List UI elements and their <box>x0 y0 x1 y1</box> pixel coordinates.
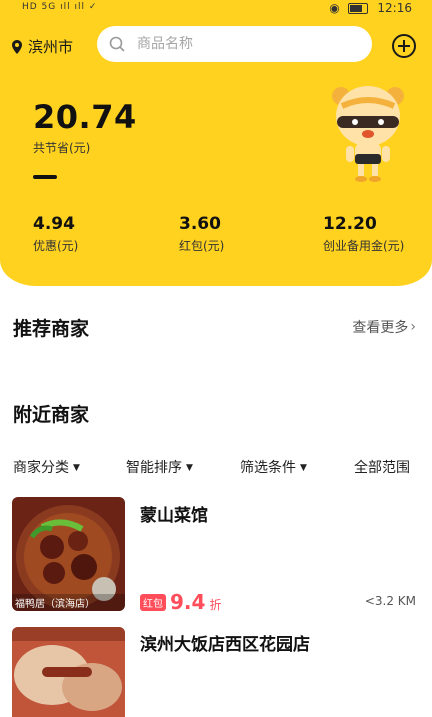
total-savings-value: 20.74 <box>33 98 137 136</box>
caret-down-icon: ▼ <box>186 463 193 473</box>
stat-value: 12.20 <box>323 214 377 234</box>
search-input[interactable] <box>135 35 359 53</box>
filter-label: 全部范围 <box>354 460 410 476</box>
filter-label: 商家分类 <box>13 460 69 476</box>
stat-value: 4.94 <box>33 214 75 234</box>
total-savings-label: 共节省(元) <box>33 141 91 155</box>
view-more-link[interactable]: 查看更多 › <box>352 317 416 337</box>
search-bar[interactable] <box>97 26 372 62</box>
city-name: 滨州市 <box>28 38 74 56</box>
add-button[interactable] <box>392 34 416 58</box>
shop-image[interactable]: 福鸭居（滨海店） <box>12 497 125 611</box>
recommended-title: 推荐商家 <box>13 318 90 340</box>
food-photo <box>12 627 125 717</box>
filter-label: 筛选条件 <box>240 460 296 476</box>
savings-header: 滨州市 20.74 共节省(元) 4.94 优惠(元) 3.60 <box>0 18 432 286</box>
stat-startup-fund: 12.20 创业备用金(元) <box>323 214 404 254</box>
location-pin-icon <box>12 39 22 54</box>
signal-icon: HD 5G ıll ıll ✓ <box>22 2 98 12</box>
location-selector[interactable]: 滨州市 <box>12 36 73 57</box>
filter-sort[interactable]: 智能排序 ▼ <box>126 457 193 477</box>
stat-value: 3.60 <box>179 214 221 234</box>
view-more-label: 查看更多 <box>352 320 409 336</box>
filter-category[interactable]: 商家分类 ▼ <box>13 457 80 477</box>
stat-label: 创业备用金(元) <box>323 239 405 253</box>
stat-label: 优惠(元) <box>33 239 79 253</box>
mascot-illustration <box>332 86 404 182</box>
red-packet-discount: 红包 9.4 折 <box>140 590 221 614</box>
search-icon <box>109 36 125 52</box>
caret-down-icon: ▼ <box>300 463 307 473</box>
divider-dash <box>33 175 57 179</box>
nearby-title: 附近商家 <box>13 404 90 426</box>
status-right: ◉ 12:16 <box>329 1 412 15</box>
discount-value: 9.4 <box>170 590 206 614</box>
shop-name[interactable]: 滨州大饭店西区花园店 <box>140 630 310 655</box>
red-packet-badge: 红包 <box>140 594 166 611</box>
shop-name[interactable]: 蒙山菜馆 <box>140 501 208 526</box>
stat-discount: 4.94 优惠(元) <box>33 214 78 254</box>
filter-range[interactable]: 全部范围 <box>354 457 410 477</box>
filter-label: 智能排序 <box>126 460 182 476</box>
discount-unit: 折 <box>209 598 222 612</box>
chevron-right-icon: › <box>410 319 416 335</box>
eye-icon: ◉ <box>329 1 340 15</box>
shop-image[interactable] <box>12 627 125 717</box>
stat-label: 红包(元) <box>179 239 225 253</box>
shop-image-caption: 福鸭居（滨海店） <box>12 594 125 611</box>
stat-red-packet: 3.60 红包(元) <box>179 214 224 254</box>
caret-down-icon: ▼ <box>73 463 80 473</box>
filter-conditions[interactable]: 筛选条件 ▼ <box>240 457 307 477</box>
battery-icon <box>347 3 368 14</box>
status-time: 12:16 <box>377 1 412 15</box>
status-bar: HD 5G ıll ıll ✓ ◉ 12:16 <box>0 0 432 18</box>
shop-distance: <3.2 KM <box>364 594 416 608</box>
filter-bar: 商家分类 ▼ 智能排序 ▼ 筛选条件 ▼ 全部范围 <box>0 454 432 480</box>
